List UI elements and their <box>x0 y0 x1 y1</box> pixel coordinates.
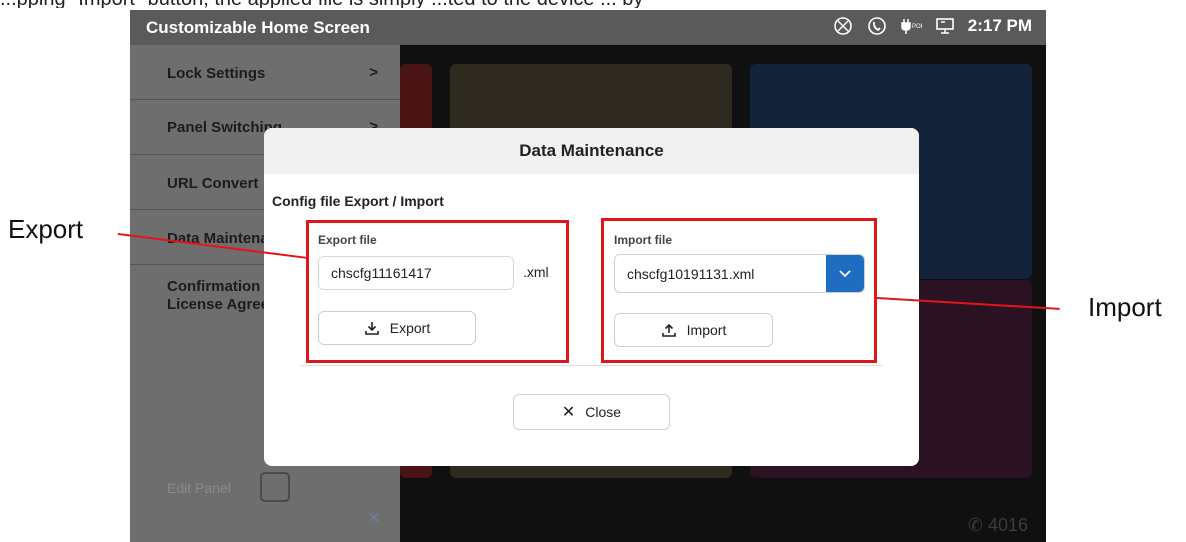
export-callout-label: Export <box>8 214 84 244</box>
edit-panel-label: Edit Panel <box>167 480 231 496</box>
sidebar-item-label: Confirmation <box>167 278 261 295</box>
import-callout-label: Import <box>1088 292 1162 322</box>
svg-text:POE: POE <box>912 24 922 30</box>
close-icon: ✕ <box>561 404 576 421</box>
sidebar-item-label-line2: License Agree <box>167 296 269 313</box>
extension-number: ✆ 4016 <box>967 515 1028 535</box>
clock: 2:17 PM <box>967 16 1032 35</box>
close-icon: ✕ <box>367 510 381 527</box>
top-caption: ...pping "Import" button, the applied fi… <box>0 0 1186 8</box>
phone-icon <box>866 15 888 37</box>
sidebar-item-label: Lock Settings <box>167 65 266 82</box>
status-bar: Customizable Home Screen POE 2:17 PM <box>130 10 1046 45</box>
import-highlight-box <box>601 218 877 363</box>
chevron-right-icon: > <box>369 64 378 81</box>
desktop-icon <box>934 15 956 37</box>
divider <box>300 365 883 366</box>
close-button-label: Close <box>585 404 622 420</box>
section-title: Config file Export / Import <box>272 193 444 209</box>
sidebar-close-button[interactable]: ✕ <box>358 502 390 534</box>
app-title: Customizable Home Screen <box>146 18 370 37</box>
dialog-title: Data Maintenance <box>264 128 919 174</box>
no-network-icon <box>832 15 854 37</box>
sidebar-item-lock-settings[interactable]: Lock Settings > <box>130 45 400 100</box>
status-icons: POE 2:17 PM <box>832 15 1032 37</box>
poe-plug-icon: POE <box>900 15 922 37</box>
sidebar-item-label: URL Convert <box>167 175 259 192</box>
close-button[interactable]: ✕ Close <box>513 394 670 430</box>
edit-panel-checkbox[interactable] <box>260 472 290 502</box>
export-highlight-box <box>306 220 569 363</box>
